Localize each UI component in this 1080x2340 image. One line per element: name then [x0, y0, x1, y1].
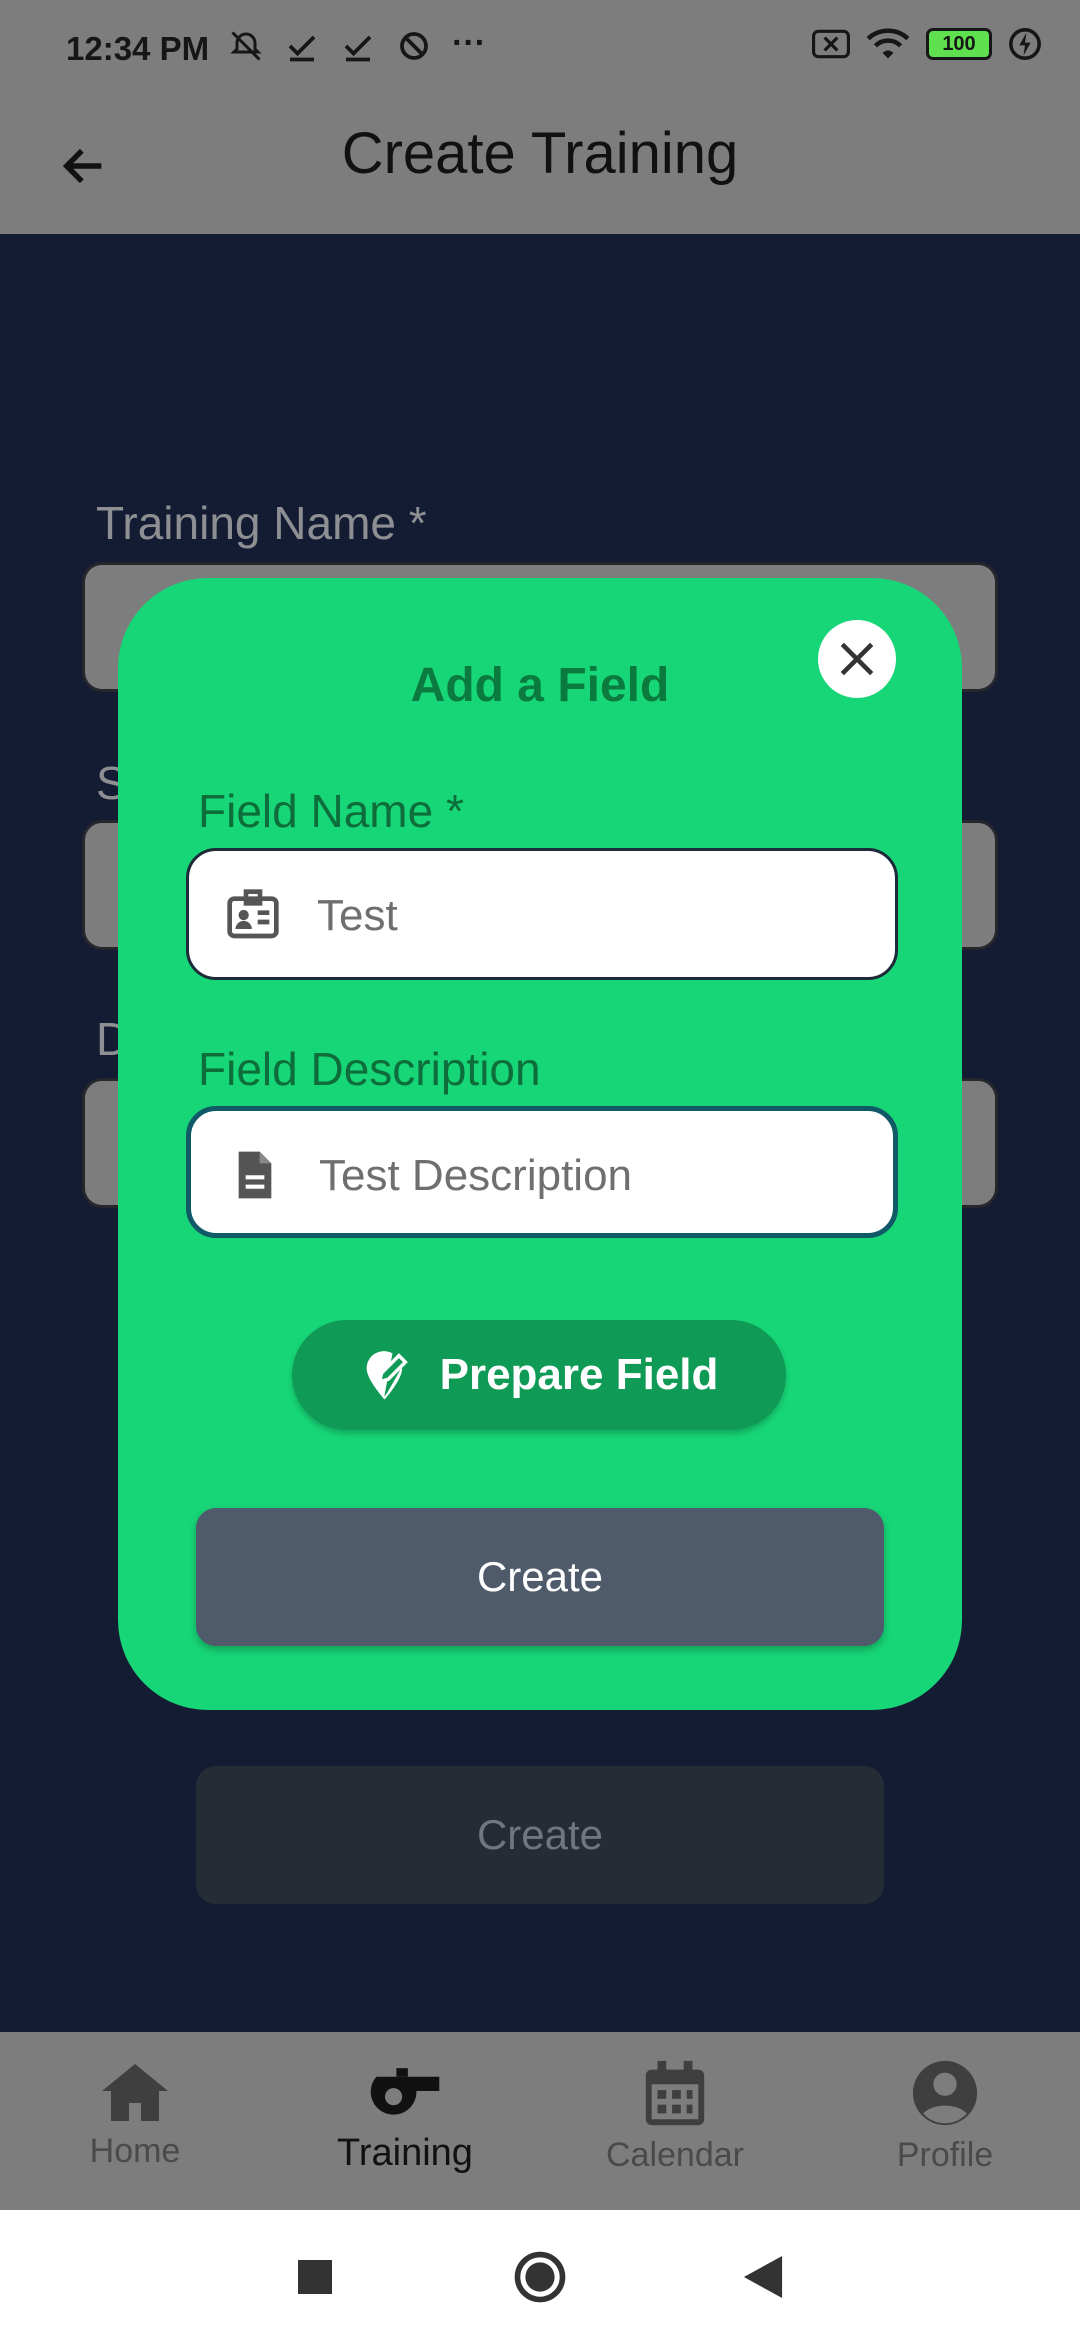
background-create-button[interactable]: Create — [196, 1766, 884, 1904]
field-description-label: Field Description — [198, 1043, 541, 1095]
field-description-value: Test Description — [319, 1151, 633, 1200]
more-dots-icon: ··· — [452, 24, 486, 62]
recents-button[interactable] — [288, 2250, 342, 2304]
nav-label-calendar: Calendar — [606, 2136, 744, 2174]
prepare-field-label: Prepare Field — [439, 1350, 719, 1399]
screen-icon — [812, 29, 850, 59]
battery-icon: 100 — [926, 28, 992, 60]
id-badge-icon — [227, 889, 279, 939]
triangle-back-icon — [743, 2256, 783, 2298]
nav-item-calendar[interactable]: Calendar — [540, 2032, 810, 2210]
check-icon — [288, 35, 316, 62]
nav-label-profile: Profile — [896, 2136, 994, 2174]
field-description-input[interactable]: Test Description — [186, 1106, 898, 1238]
profile-icon — [912, 2060, 978, 2126]
bottom-navigation: Home Training Calendar Profile — [0, 2032, 1080, 2210]
status-time: 12:34 PM — [66, 30, 210, 67]
create-button[interactable]: Create — [196, 1508, 884, 1646]
field-name-input[interactable]: Test — [186, 848, 898, 980]
document-icon — [238, 1151, 272, 1199]
status-bar: 12:34 PM ··· 100 — [0, 0, 1080, 96]
mute-alarm-icon — [230, 31, 262, 61]
field-name-value: Test — [317, 891, 398, 940]
status-right-icons: 100 — [812, 26, 1042, 62]
dialog-title: Add a Field — [410, 659, 670, 712]
status-left-icons: ··· — [228, 24, 486, 64]
back-system-button[interactable] — [736, 2250, 790, 2304]
prepare-field-button[interactable]: Prepare Field — [292, 1320, 786, 1430]
home-system-button[interactable] — [513, 2250, 567, 2304]
charging-icon — [1009, 28, 1041, 60]
home-icon — [102, 2064, 168, 2121]
add-field-dialog: Add a Field Field Name * Test Field Desc… — [118, 578, 962, 1710]
wifi-icon — [866, 28, 910, 59]
system-navigation-bar — [0, 2210, 1080, 2340]
training-name-label: Training Name * — [96, 497, 427, 549]
page-title: Create Training — [341, 121, 739, 186]
sync-icon — [400, 32, 428, 60]
app-bar: Create Training — [0, 96, 1080, 234]
nav-label-training: Training — [337, 2132, 473, 2174]
map-pin-edit-icon — [366, 1351, 408, 1400]
nav-item-training[interactable]: Training — [270, 2032, 540, 2210]
nav-item-home[interactable]: Home — [0, 2032, 270, 2210]
field-name-label: Field Name * — [198, 785, 464, 837]
check-icon — [344, 35, 372, 62]
nav-item-profile[interactable]: Profile — [810, 2032, 1080, 2210]
square-icon — [298, 2260, 332, 2294]
whistle-icon — [370, 2068, 440, 2115]
circle-home-icon — [514, 2251, 566, 2303]
calendar-icon — [645, 2060, 705, 2126]
nav-label-home: Home — [89, 2132, 181, 2170]
